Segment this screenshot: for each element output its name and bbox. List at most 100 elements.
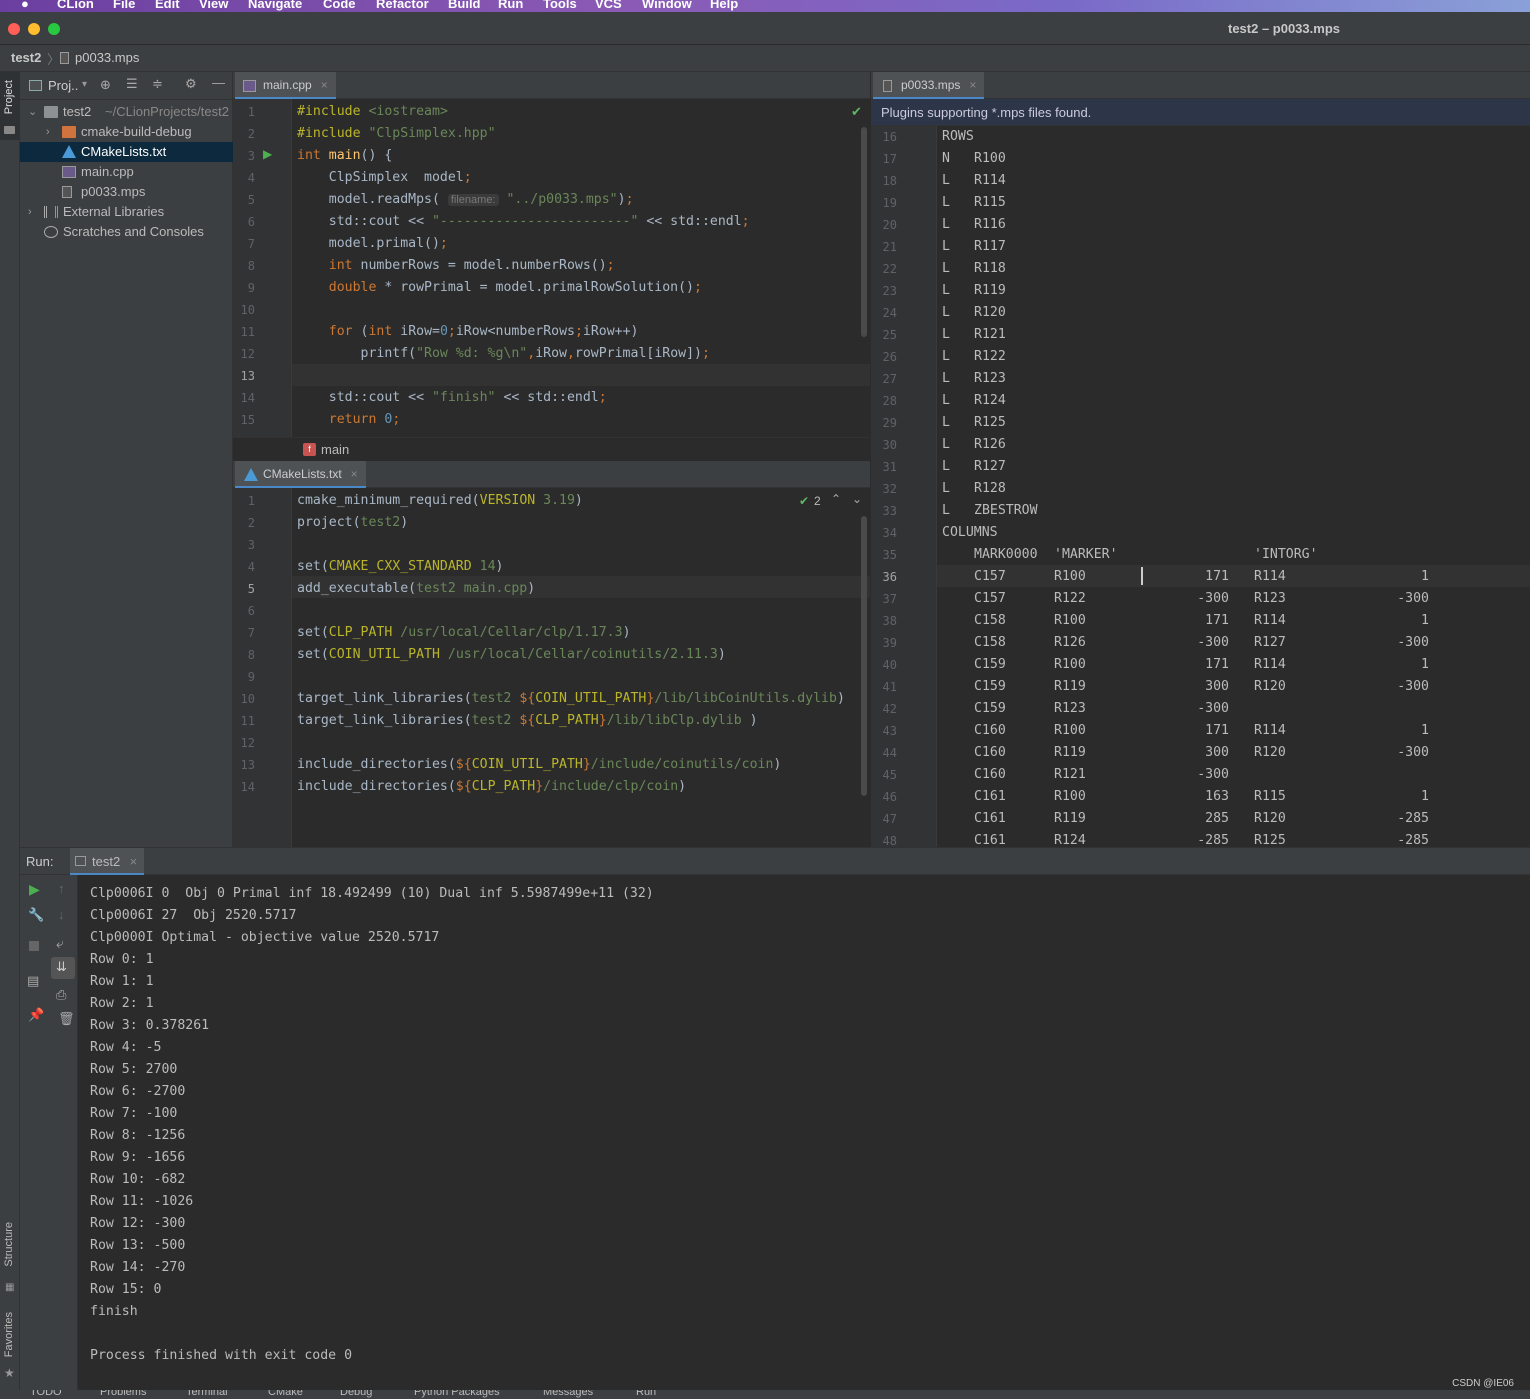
bottom-tab-terminal[interactable]: Terminal <box>186 1390 228 1398</box>
line-number: 9 <box>247 281 255 295</box>
trash-icon[interactable]: 🗑 <box>58 1011 75 1027</box>
soft-wrap-icon[interactable]: ⤶ <box>56 935 64 952</box>
check-icon: ✔ <box>799 494 810 508</box>
bottom-tab-problems[interactable]: Problems <box>100 1390 146 1398</box>
project-view-selector[interactable]: Proj.. <box>48 78 78 93</box>
cmake-editor[interactable]: 1 2 3 4 5 6 7 8 9 10 11 12 13 14 cmake_minimum_requir… <box>233 488 870 847</box>
console-line: Row 2: 1 <box>90 996 154 1011</box>
menu-tools[interactable]: Tools <box>543 0 577 11</box>
favorites-strip-label[interactable]: Favorites <box>3 1312 15 1357</box>
plugin-banner-text: Plugins supporting *.mps files found. <box>881 105 1092 120</box>
print-icon[interactable]: ⎙ <box>56 987 66 1003</box>
line-number: 1 <box>247 105 255 119</box>
line-number: 12 <box>240 347 255 361</box>
line-number: 2 <box>247 127 255 141</box>
menu-edit[interactable]: Edit <box>155 0 180 11</box>
chevron-right-icon[interactable]: › <box>28 202 32 222</box>
menu-code[interactable]: Code <box>323 0 356 11</box>
line-number: 4 <box>247 560 255 574</box>
scrollbar[interactable] <box>861 127 867 337</box>
code-breadcrumb: f main <box>233 437 870 461</box>
wrench-icon[interactable]: 🔧 <box>28 907 44 923</box>
mps-editor[interactable]: 16 ROWS 17 N R100 18 L R114 19 L R115 20 L R116 21 L R11… <box>871 126 1530 847</box>
run-gutter-icon[interactable]: ▶ <box>263 147 272 161</box>
mps-cell: C161 <box>974 811 1006 826</box>
chevron-right-icon[interactable]: › <box>46 122 50 142</box>
mps-cell: R126 <box>1054 635 1086 650</box>
line-number: 9 <box>247 670 255 684</box>
scrollbar[interactable] <box>861 516 867 796</box>
tab-cmakelists[interactable]: CMakeLists.txt × <box>235 461 366 488</box>
menu-clion[interactable]: CLion <box>57 0 94 11</box>
bottom-tab-debug[interactable]: Debug <box>340 1390 372 1398</box>
tree-item-main-cpp[interactable]: main.cpp <box>20 162 233 182</box>
console-line: Row 14: -270 <box>90 1260 186 1275</box>
bottom-tab-messages[interactable]: Messages <box>543 1390 593 1398</box>
chevron-down-icon[interactable]: ⌄ <box>28 102 37 122</box>
tab-p0033-mps[interactable]: p0033.mps × <box>873 72 985 99</box>
maximize-window-button[interactable] <box>48 23 60 35</box>
gear-icon[interactable]: ⚙ <box>185 76 197 92</box>
close-window-button[interactable] <box>8 23 20 35</box>
bottom-tab-python-packages[interactable]: Python Packages <box>414 1390 500 1398</box>
tree-item-external-libraries[interactable]: › External Libraries <box>20 202 233 222</box>
mps-cell: N <box>942 151 950 166</box>
inspection-count[interactable]: 2 <box>814 494 821 508</box>
tree-item-p0033-mps[interactable]: p0033.mps <box>20 182 233 202</box>
bottom-tab-cmake[interactable]: CMake <box>268 1390 303 1398</box>
tree-item-cmake-build-debug[interactable]: › cmake-build-debug <box>20 122 233 142</box>
rerun-icon[interactable]: ▶ <box>29 881 40 898</box>
close-icon[interactable]: × <box>969 72 976 99</box>
menu-run[interactable]: Run <box>498 0 523 11</box>
apple-menu-icon[interactable]: ● <box>21 0 29 11</box>
code-line: std::cout << "finish" << std::endl; <box>297 390 607 405</box>
tree-item-test2[interactable]: ⌄ test2 ~/CLionProjects/test2 <box>20 102 233 122</box>
close-icon[interactable]: × <box>130 848 138 875</box>
run-console[interactable]: Clp0006I 0 Obj 0 Primal inf 18.492499 (1… <box>78 875 1530 1390</box>
menu-window[interactable]: Window <box>642 0 692 11</box>
collapse-all-icon[interactable]: ≑ <box>152 76 163 92</box>
menu-help[interactable]: Help <box>710 0 738 11</box>
pin-icon[interactable]: 📌 <box>28 1007 44 1023</box>
locate-icon[interactable]: ⊕ <box>100 77 111 93</box>
tab-run-test2[interactable]: test2 × <box>70 848 145 875</box>
cmake-editor-tabbar: CMakeLists.txt × <box>233 461 870 488</box>
tab-main-cpp[interactable]: main.cpp × <box>235 72 336 99</box>
close-icon[interactable]: × <box>321 72 328 99</box>
mps-editor-tabbar: p0033.mps × <box>871 72 1530 99</box>
line-number: 34 <box>882 526 897 540</box>
mps-cell: -300 <box>1397 679 1429 694</box>
arrow-down-icon[interactable]: ↓ <box>58 907 65 922</box>
scroll-to-end-button[interactable]: ⇊ <box>51 957 75 979</box>
chevron-down-icon[interactable]: ▾ <box>82 79 87 90</box>
chevron-up-icon[interactable]: ⌃ <box>831 492 841 506</box>
structure-strip-label[interactable]: Structure <box>3 1222 15 1267</box>
arrow-up-icon[interactable]: ↑ <box>58 881 65 896</box>
chevron-down-icon[interactable]: ⌄ <box>852 492 862 506</box>
close-icon[interactable]: × <box>351 461 358 488</box>
console-icon <box>75 856 86 866</box>
minimize-window-button[interactable] <box>28 23 40 35</box>
breadcrumb-function[interactable]: main <box>321 442 349 457</box>
hide-panel-icon[interactable]: — <box>212 75 225 90</box>
bottom-tab-run[interactable]: Run <box>636 1390 656 1398</box>
mps-cell: L <box>942 217 950 232</box>
menu-view[interactable]: View <box>199 0 228 11</box>
menu-build[interactable]: Build <box>448 0 481 11</box>
menu-vcs[interactable]: VCS <box>595 0 622 11</box>
main-cpp-editor[interactable]: 1 2 3 4 5 6 7 8 9 10 11 12 13 14 15 ▶ #include <iostre… <box>233 99 870 437</box>
stop-icon[interactable] <box>29 941 39 951</box>
mps-cell: L <box>942 305 950 320</box>
breadcrumb-file[interactable]: p0033.mps <box>75 50 139 65</box>
tree-item-cmakelists-txt[interactable]: CMakeLists.txt <box>20 142 233 162</box>
breadcrumb-project[interactable]: test2 <box>11 50 41 65</box>
menu-refactor[interactable]: Refactor <box>376 0 429 11</box>
bottom-tab-todo[interactable]: TODO <box>30 1390 62 1398</box>
line-number: 15 <box>240 413 255 427</box>
layout-icon[interactable]: ▤ <box>27 973 39 989</box>
menu-file[interactable]: File <box>113 0 135 11</box>
menu-navigate[interactable]: Navigate <box>248 0 302 11</box>
code-line: printf("Row %d: %g\n",iRow,rowPrimal[iRo… <box>297 346 710 361</box>
tree-item-scratches-and-consoles[interactable]: Scratches and Consoles <box>20 222 233 242</box>
expand-all-icon[interactable]: ☰ <box>126 76 138 92</box>
